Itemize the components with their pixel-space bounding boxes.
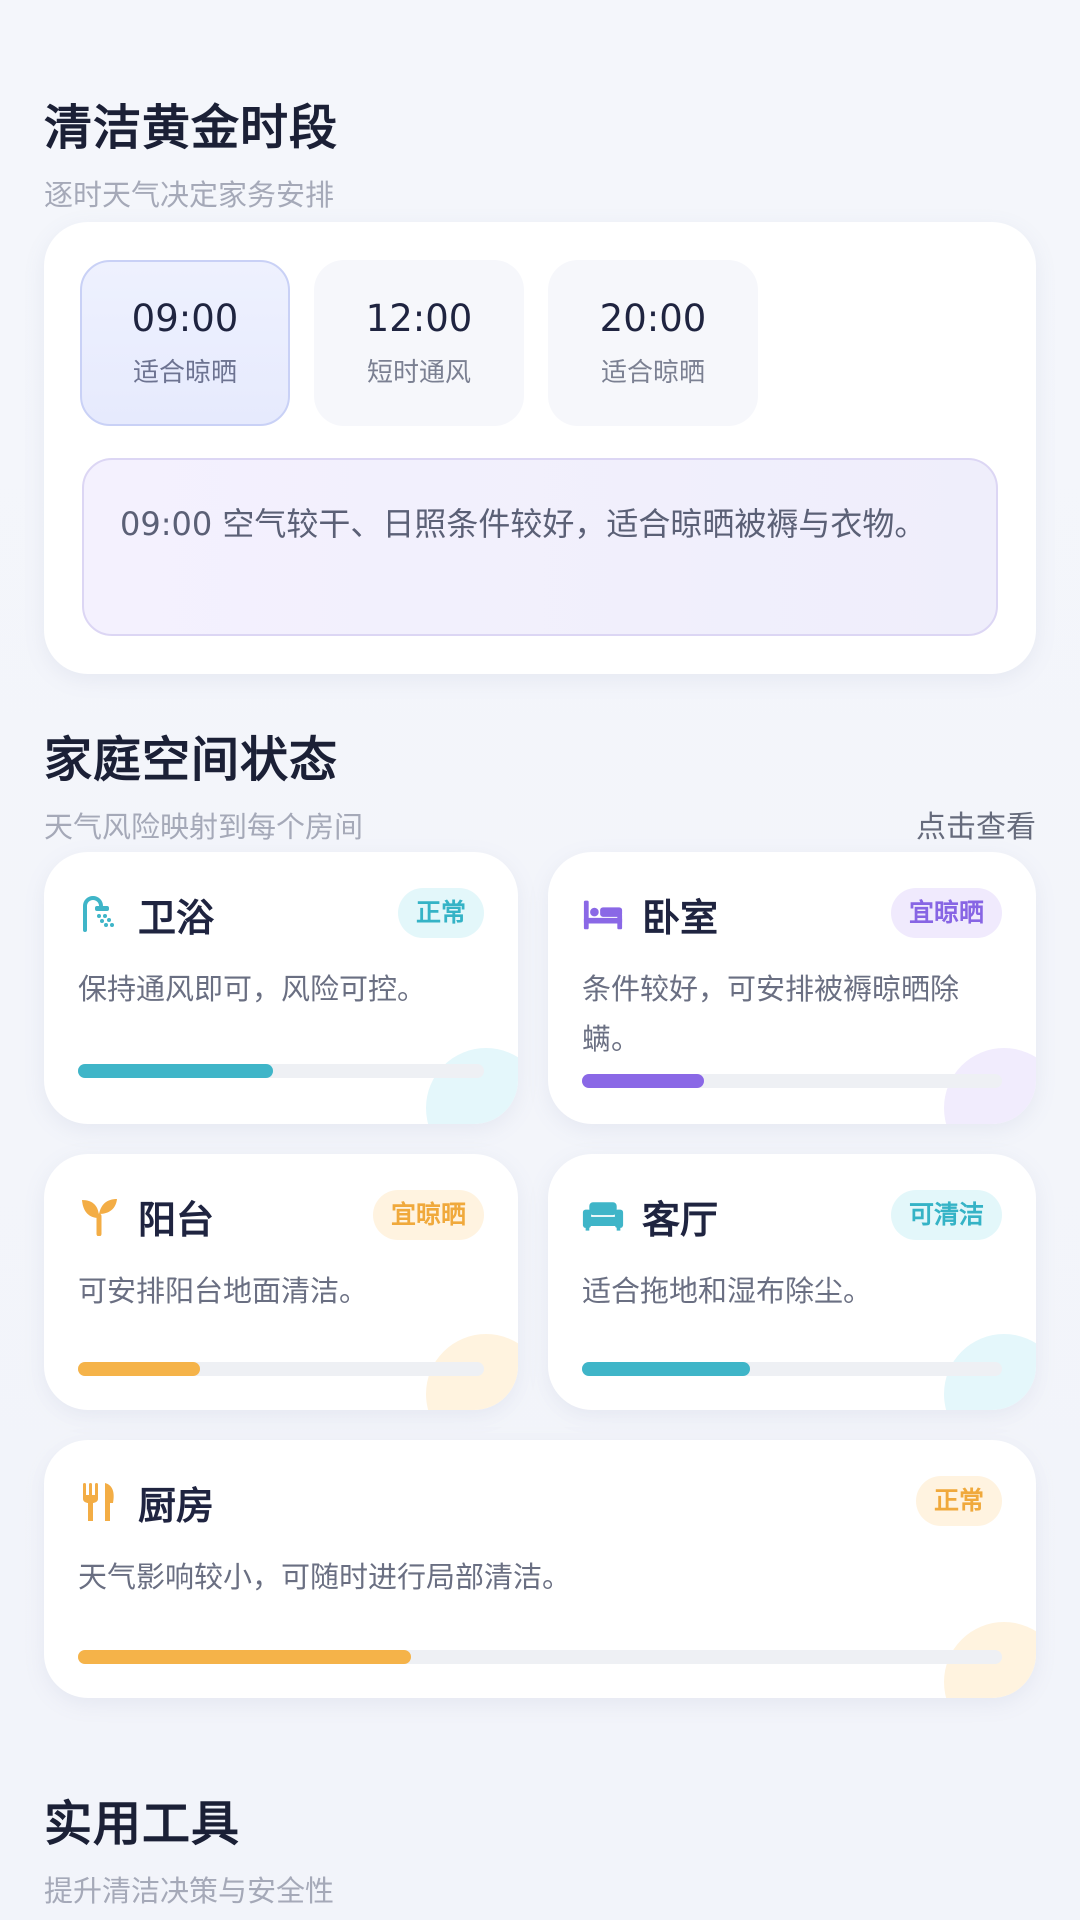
progress-fill bbox=[78, 1650, 411, 1664]
progress-track bbox=[78, 1064, 484, 1078]
time-slot-0900[interactable]: 09:00 适合晾晒 bbox=[80, 260, 290, 426]
utensils-icon bbox=[78, 1481, 120, 1523]
golden-header: 清洁黄金时段 逐时天气决定家务安排 bbox=[44, 88, 1036, 214]
page: 清洁黄金时段 逐时天气决定家务安排 09:00 适合晾晒 12:00 短时通风 … bbox=[0, 0, 1080, 1920]
section-title: 家庭空间状态 bbox=[44, 732, 339, 788]
slot-label: 适合晾晒 bbox=[600, 358, 705, 388]
room-head: 厨房 bbox=[78, 1474, 214, 1530]
status-badge: 正常 bbox=[915, 1476, 1002, 1526]
status-badge: 正常 bbox=[397, 888, 484, 938]
progress-track bbox=[582, 1362, 1002, 1376]
time-slot-1200[interactable]: 12:00 短时通风 bbox=[314, 260, 524, 426]
room-description: 适合拖地和湿布除尘。 bbox=[582, 1274, 873, 1308]
spaces-header: 家庭空间状态 天气风险映射到每个房间 点击查看 bbox=[44, 720, 1036, 846]
section-title: 清洁黄金时段 bbox=[44, 100, 339, 156]
sprout-icon bbox=[78, 1195, 120, 1237]
room-head: 阳台 bbox=[78, 1188, 214, 1244]
room-head: 客厅 bbox=[582, 1188, 718, 1244]
golden-hours-card: 09:00 适合晾晒 12:00 短时通风 20:00 适合晾晒 09:00 空… bbox=[44, 222, 1036, 674]
slot-time: 09:00 bbox=[131, 297, 239, 340]
room-name: 卧室 bbox=[642, 895, 719, 940]
slot-label: 适合晾晒 bbox=[132, 358, 237, 388]
status-badge: 宜晾晒 bbox=[890, 888, 1002, 938]
progress-track bbox=[78, 1362, 484, 1376]
bed-icon bbox=[582, 893, 624, 935]
room-name: 阳台 bbox=[138, 1197, 215, 1242]
decor-blob bbox=[426, 1048, 518, 1124]
progress-fill bbox=[78, 1362, 200, 1376]
shower-icon bbox=[78, 893, 120, 935]
room-card-balcony[interactable]: 阳台 宜晾晒 可安排阳台地面清洁。 bbox=[44, 1154, 518, 1410]
room-name: 客厅 bbox=[642, 1197, 719, 1242]
progress-fill bbox=[582, 1074, 704, 1088]
tools-header: 实用工具 提升清洁决策与安全性 bbox=[44, 1784, 1036, 1910]
progress-track bbox=[78, 1650, 1002, 1664]
room-card-kitchen[interactable]: 厨房 正常 天气影响较小，可随时进行局部清洁。 bbox=[44, 1440, 1036, 1698]
room-card-living-room[interactable]: 客厅 可清洁 适合拖地和湿布除尘。 bbox=[548, 1154, 1036, 1410]
room-description: 天气影响较小，可随时进行局部清洁。 bbox=[78, 1560, 572, 1594]
slot-time: 20:00 bbox=[599, 297, 707, 340]
section-subtitle: 提升清洁决策与安全性 bbox=[44, 1874, 335, 1908]
room-name: 卫浴 bbox=[138, 895, 215, 940]
room-name: 厨房 bbox=[138, 1483, 215, 1528]
progress-track bbox=[582, 1074, 1002, 1088]
view-details-link[interactable]: 点击查看 bbox=[916, 802, 1036, 846]
sofa-icon bbox=[582, 1195, 624, 1237]
room-head: 卫浴 bbox=[78, 886, 214, 942]
slot-label: 短时通风 bbox=[366, 358, 471, 388]
room-card-bathroom[interactable]: 卫浴 正常 保持通风即可，风险可控。 bbox=[44, 852, 518, 1124]
room-card-bedroom[interactable]: 卧室 宜晾晒 条件较好，可安排被褥晾晒除螨。 bbox=[548, 852, 1036, 1124]
progress-fill bbox=[78, 1064, 273, 1078]
progress-fill bbox=[582, 1362, 750, 1376]
slot-advice-note: 09:00 空气较干、日照条件较好，适合晾晒被褥与衣物。 bbox=[82, 458, 998, 636]
section-subtitle: 逐时天气决定家务安排 bbox=[44, 178, 335, 212]
room-description: 可安排阳台地面清洁。 bbox=[78, 1274, 369, 1308]
status-badge: 可清洁 bbox=[890, 1190, 1002, 1240]
slot-time: 12:00 bbox=[365, 297, 473, 340]
status-badge: 宜晾晒 bbox=[372, 1190, 484, 1240]
room-head: 卧室 bbox=[582, 886, 718, 942]
room-description: 条件较好，可安排被褥晾晒除螨。 bbox=[582, 972, 960, 1056]
room-description: 保持通风即可，风险可控。 bbox=[78, 972, 427, 1006]
section-subtitle: 天气风险映射到每个房间 bbox=[44, 810, 364, 844]
time-slot-2000[interactable]: 20:00 适合晾晒 bbox=[548, 260, 758, 426]
section-title: 实用工具 bbox=[44, 1796, 241, 1852]
